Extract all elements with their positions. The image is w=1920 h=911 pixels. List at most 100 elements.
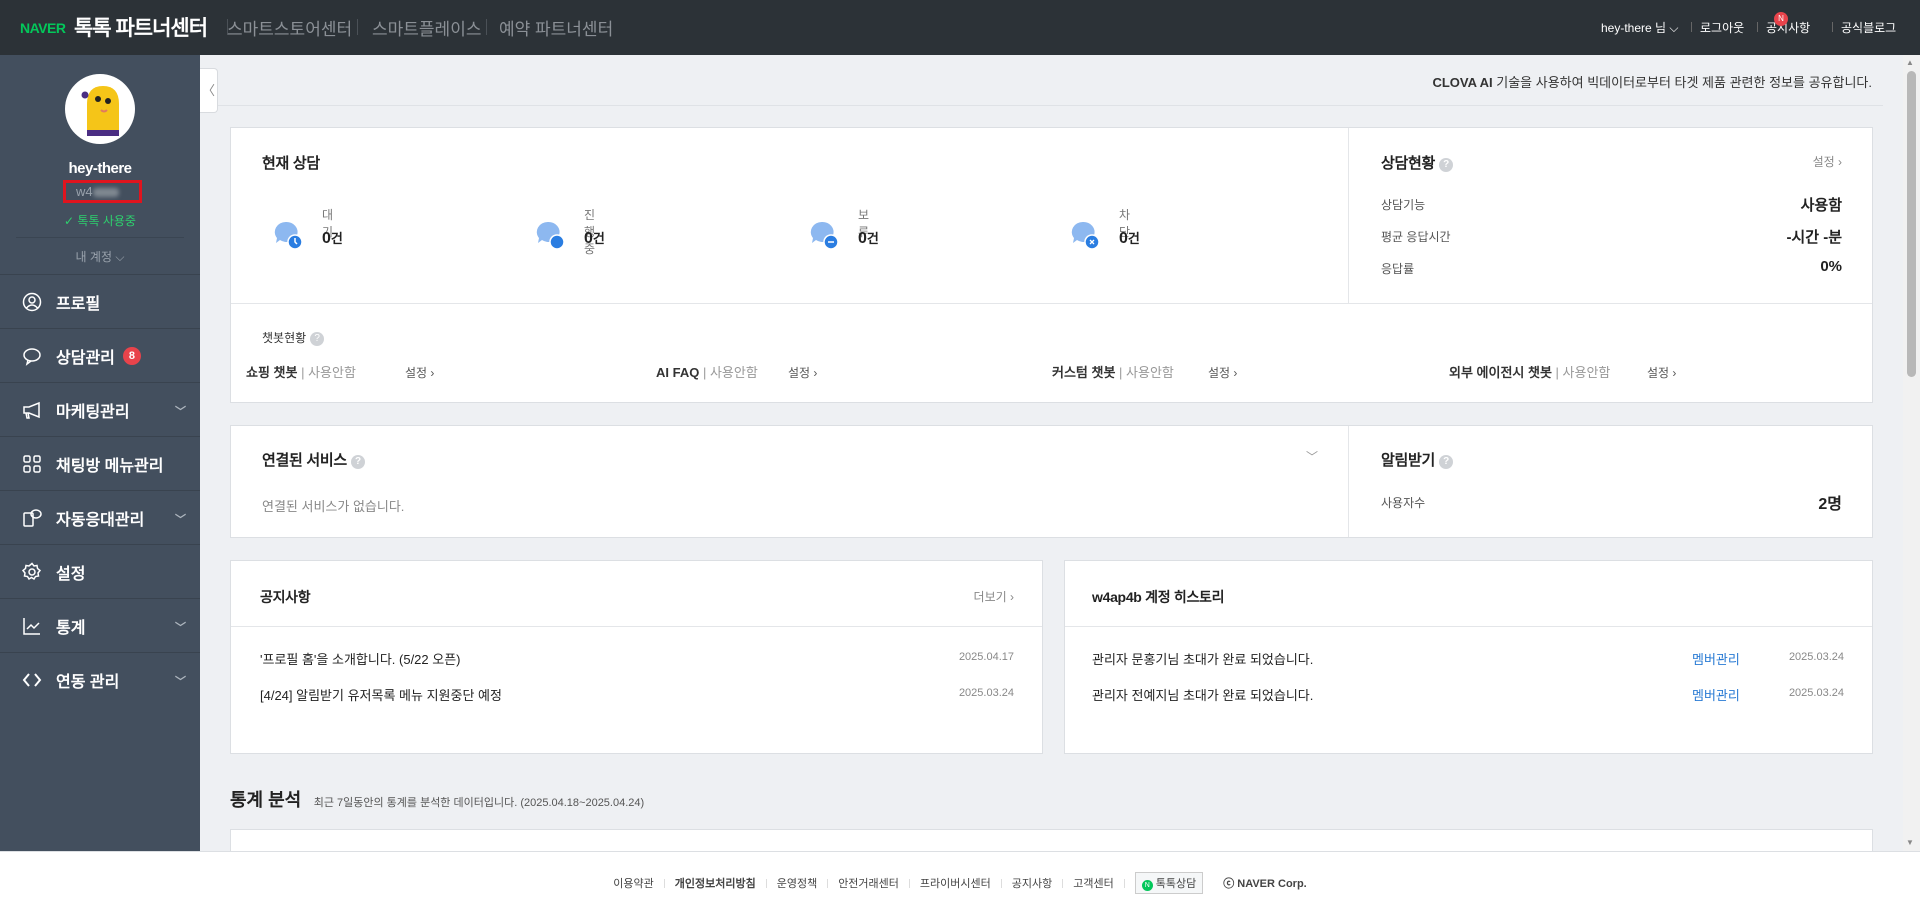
talk-status-label: 톡톡 사용중	[77, 214, 136, 228]
connected-title: 연결된 서비스?	[262, 449, 365, 470]
chat-icon	[23, 347, 41, 366]
sidebar-item-marketing[interactable]: 마케팅관리 ﹀	[0, 382, 200, 436]
status-row-label: 상담기능	[1381, 198, 1426, 212]
user-name: hey-there 님	[1601, 21, 1667, 35]
app-title[interactable]: 톡톡 파트너센터	[74, 12, 208, 42]
history-date: 2025.03.24	[1788, 651, 1844, 663]
chevron-down-icon[interactable]: ﹀	[1306, 448, 1318, 465]
footer-link[interactable]: 운영정책	[767, 875, 827, 891]
notices-more-link[interactable]: 더보기 ›	[974, 588, 1014, 605]
chatbot-name: 외부 에이전시 챗봇	[1449, 365, 1552, 380]
scrollbar-thumb[interactable]	[1907, 71, 1916, 377]
chatbot-settings-link[interactable]: 설정 ›	[1647, 364, 1676, 381]
footer-link[interactable]: 안전거래센터	[828, 875, 909, 891]
talktalk-consult-button[interactable]: N 톡톡상담	[1134, 872, 1204, 894]
notice-item[interactable]: '프로필 홈'을 소개합니다. (5/22 오픈)	[260, 649, 461, 668]
sidebar-item-label: 통계	[56, 619, 86, 637]
history-date: 2025.03.24	[1788, 687, 1844, 699]
footer-link[interactable]: 개인정보처리방침	[665, 875, 766, 891]
chatbot-item-3: 외부 에이전시 챗봇 | 사용안함	[1449, 362, 1610, 381]
footer-link[interactable]: 이용약관	[603, 875, 663, 891]
alarm-title-label: 알림받기	[1381, 452, 1436, 469]
connected-services-card: 연결된 서비스? ﹀ 연결된 서비스가 없습니다. 알림받기? 사용자수 2명	[230, 425, 1873, 538]
sidebar-item-consult[interactable]: 상담관리 8	[0, 328, 200, 382]
history-title: w4ap4b 계정 히스토리	[1092, 589, 1225, 605]
scroll-up-icon[interactable]: ▲	[1906, 58, 1914, 67]
chatbot-status-title: 챗봇현황?	[262, 329, 325, 346]
alarm-users-value: 2명	[1818, 496, 1842, 513]
consult-count-value: 0건	[584, 228, 605, 248]
chatbot-title-label: 챗봇현황	[262, 331, 307, 345]
consult-count-value: 0건	[1119, 228, 1140, 248]
sidebar-item-integration[interactable]: 연동 관리 ﹀	[0, 652, 200, 706]
sidebar-item-label: 자동응대관리	[56, 511, 145, 529]
footer-link[interactable]: 프라이버시센터	[910, 875, 1001, 891]
footer: 이용약관 개인정보처리방침 운영정책 안전거래센터 프라이버시센터 공지사항 고객센터 N 톡톡…	[0, 851, 1920, 911]
divider	[1123, 878, 1125, 888]
unread-badge: 8	[122, 346, 141, 365]
nav-booking[interactable]: 예약 파트너센터	[499, 15, 613, 40]
divider	[357, 19, 358, 35]
my-account-toggle[interactable]: 내 계정 ⌵	[0, 248, 200, 265]
talk-status: ✓ 톡톡 사용중	[64, 214, 136, 228]
scroll-down-icon[interactable]: ▼	[1906, 838, 1914, 847]
sidebar-item-profile[interactable]: 프로필	[0, 274, 200, 328]
footer-link[interactable]: 고객센터	[1063, 875, 1123, 891]
count-unit: 건	[330, 231, 343, 246]
divider	[231, 626, 1042, 627]
user-menu[interactable]: hey-there 님 ⌵	[1601, 19, 1679, 36]
member-manage-link[interactable]: 멤버관리	[1692, 649, 1740, 668]
nav-smartstore[interactable]: 스마트스토어센터	[227, 15, 352, 40]
help-icon[interactable]: ?	[310, 332, 325, 346]
status-row-label: 평균 응답시간	[1381, 230, 1451, 244]
chatbot-name: AI FAQ	[656, 365, 700, 380]
help-icon[interactable]: ?	[350, 455, 365, 469]
stats-title: 통계 분석	[230, 790, 302, 810]
collapse-sidebar-button[interactable]: 〈	[200, 68, 218, 113]
stats-subtitle: 최근 7일동안의 통계를 분석한 데이터입니다. (2025.04.18~202…	[313, 797, 645, 809]
chart-icon	[23, 617, 40, 635]
member-manage-link[interactable]: 멤버관리	[1692, 685, 1740, 704]
divider	[1757, 22, 1758, 32]
chevron-left-icon: 〈	[201, 83, 215, 98]
naver-logo[interactable]: NAVER	[20, 20, 66, 36]
connected-empty: 연결된 서비스가 없습니다.	[262, 499, 405, 514]
sidebar-menu: 프로필 상담관리 8 마케팅관리 ﹀ 채팅방 메뉴관리 자동응대관리 ﹀ 설정 통계 ﹀…	[0, 274, 200, 706]
my-account-label: 내 계정	[75, 250, 113, 264]
chat-bubble-x-icon	[1070, 220, 1102, 257]
grid-icon	[23, 454, 41, 473]
chevron-down-icon: ﹀	[175, 406, 186, 418]
chatbot-status: | 사용안함	[702, 365, 758, 380]
account-id: w4	[63, 180, 142, 203]
avatar[interactable]	[65, 74, 135, 144]
auto-reply-icon	[23, 508, 42, 527]
chevron-down-icon: ﹀	[175, 514, 186, 526]
chatbot-name: 커스텀 챗봇	[1052, 365, 1116, 380]
sidebar-item-settings[interactable]: 설정	[0, 544, 200, 598]
logout-link[interactable]: 로그아웃	[1700, 19, 1744, 36]
blog-link[interactable]: 공식블로그	[1841, 19, 1896, 36]
sidebar-item-stats[interactable]: 통계 ﹀	[0, 598, 200, 652]
nav-smartplace[interactable]: 스마트플레이스	[372, 15, 481, 40]
sidebar-item-label: 설정	[56, 565, 86, 583]
footer-link[interactable]: 공지사항	[1002, 875, 1062, 891]
notice-date: 2025.03.24	[958, 687, 1014, 699]
chatbot-settings-link[interactable]: 설정 ›	[1208, 364, 1237, 381]
notice-item[interactable]: [4/24] 알림받기 유저목록 메뉴 지원중단 예정	[260, 685, 502, 704]
count-number: 0	[322, 230, 331, 247]
user-icon	[22, 292, 42, 311]
help-icon[interactable]: ?	[1439, 455, 1454, 469]
chat-bubble-clock-icon	[273, 220, 305, 257]
status-row-label: 응답률	[1381, 262, 1415, 276]
divider	[1348, 128, 1349, 303]
notice-link[interactable]: 공지사항	[1766, 19, 1810, 36]
divider	[1065, 626, 1872, 627]
chatbot-settings-link[interactable]: 설정 ›	[405, 364, 434, 381]
chatbot-settings-link[interactable]: 설정 ›	[788, 364, 817, 381]
sidebar-item-auto-reply[interactable]: 자동응대관리 ﹀	[0, 490, 200, 544]
status-row-value: 0%	[1820, 258, 1842, 275]
sidebar-item-chatroom-menu[interactable]: 채팅방 메뉴관리	[0, 436, 200, 490]
status-settings-link[interactable]: 설정 ›	[1813, 153, 1842, 170]
help-icon[interactable]: ?	[1439, 158, 1454, 172]
chevron-down-icon: ⌵	[1669, 21, 1679, 35]
